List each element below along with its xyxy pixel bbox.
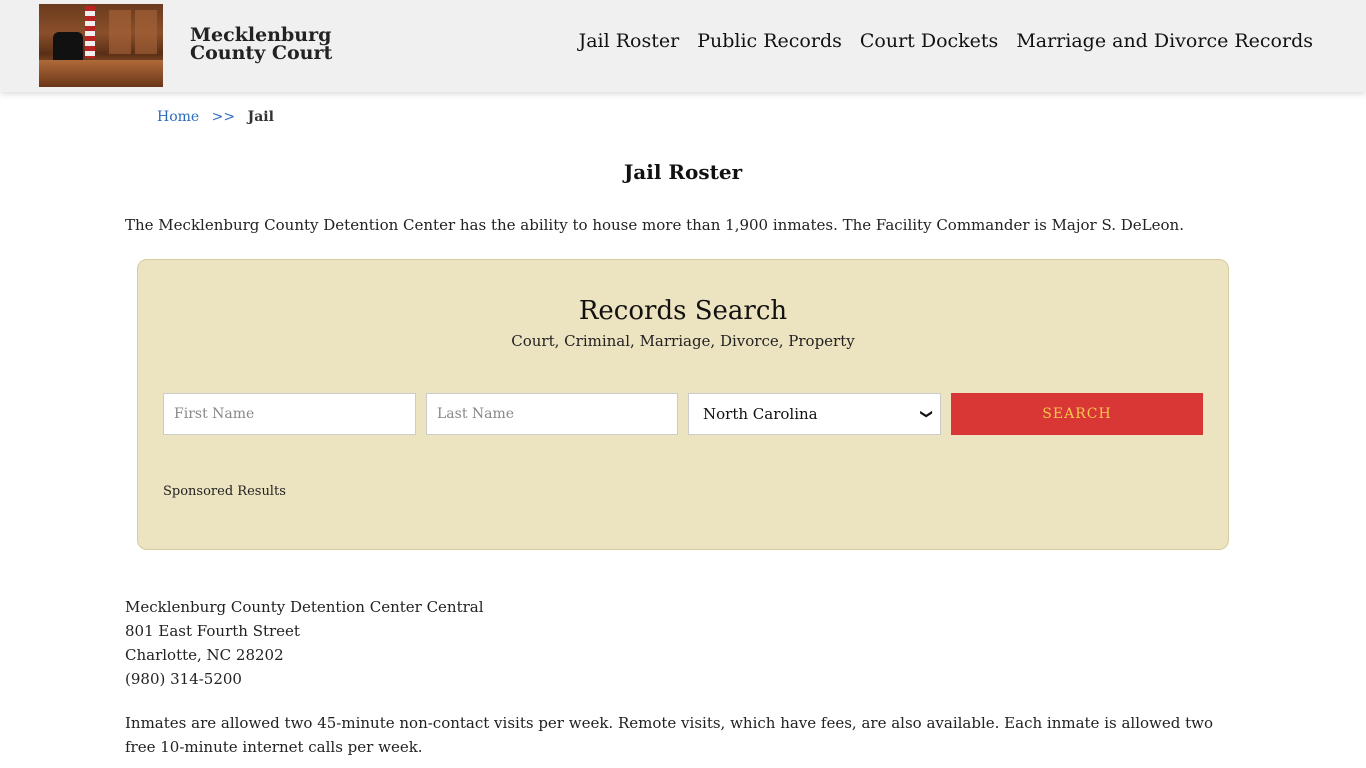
search-subtitle: Court, Criminal, Marriage, Divorce, Prop…: [511, 332, 855, 350]
courtroom-logo-image[interactable]: [39, 4, 163, 87]
records-search-panel: Records Search Court, Criminal, Marriage…: [137, 259, 1229, 550]
breadcrumb-home-link[interactable]: Home: [157, 109, 199, 125]
sponsored-results-label: Sponsored Results: [163, 484, 286, 499]
search-button[interactable]: SEARCH: [951, 393, 1203, 435]
chair-icon: [53, 32, 83, 62]
visits-text: Inmates are allowed two 45-minute non-co…: [125, 714, 1214, 756]
facility-name: Mecklenburg County Detention Center Cent…: [125, 598, 484, 616]
nav-marriage-divorce-records[interactable]: Marriage and Divorce Records: [1016, 30, 1313, 52]
flag-icon: [85, 6, 95, 58]
search-title: Records Search: [578, 296, 788, 326]
intro-text: The Mecklenburg County Detention Center …: [125, 216, 1184, 234]
first-name-input[interactable]: [163, 393, 416, 435]
breadcrumb-separator: >>: [211, 109, 236, 125]
facility-city: Charlotte, NC 28202: [125, 646, 284, 664]
site-title[interactable]: Mecklenburg County Court: [190, 26, 390, 63]
breadcrumb-current: Jail: [247, 109, 274, 125]
main-nav: Jail Roster Public Records Court Dockets…: [579, 30, 1313, 52]
last-name-input[interactable]: [426, 393, 678, 435]
nav-public-records[interactable]: Public Records: [697, 30, 842, 52]
chevron-down-icon: ❯: [919, 408, 934, 420]
facility-address: Mecklenburg County Detention Center Cent…: [125, 595, 484, 691]
state-select[interactable]: North Carolina ❯: [688, 393, 941, 435]
page-title: Jail Roster: [623, 160, 743, 184]
site-header: Mecklenburg County Court Jail Roster Pub…: [0, 0, 1366, 92]
nav-court-dockets[interactable]: Court Dockets: [860, 30, 998, 52]
facility-phone: (980) 314-5200: [125, 670, 242, 688]
state-select-value: North Carolina: [703, 405, 818, 423]
facility-street: 801 East Fourth Street: [125, 622, 300, 640]
breadcrumb: Home >> Jail: [157, 109, 274, 125]
nav-jail-roster[interactable]: Jail Roster: [579, 30, 680, 52]
